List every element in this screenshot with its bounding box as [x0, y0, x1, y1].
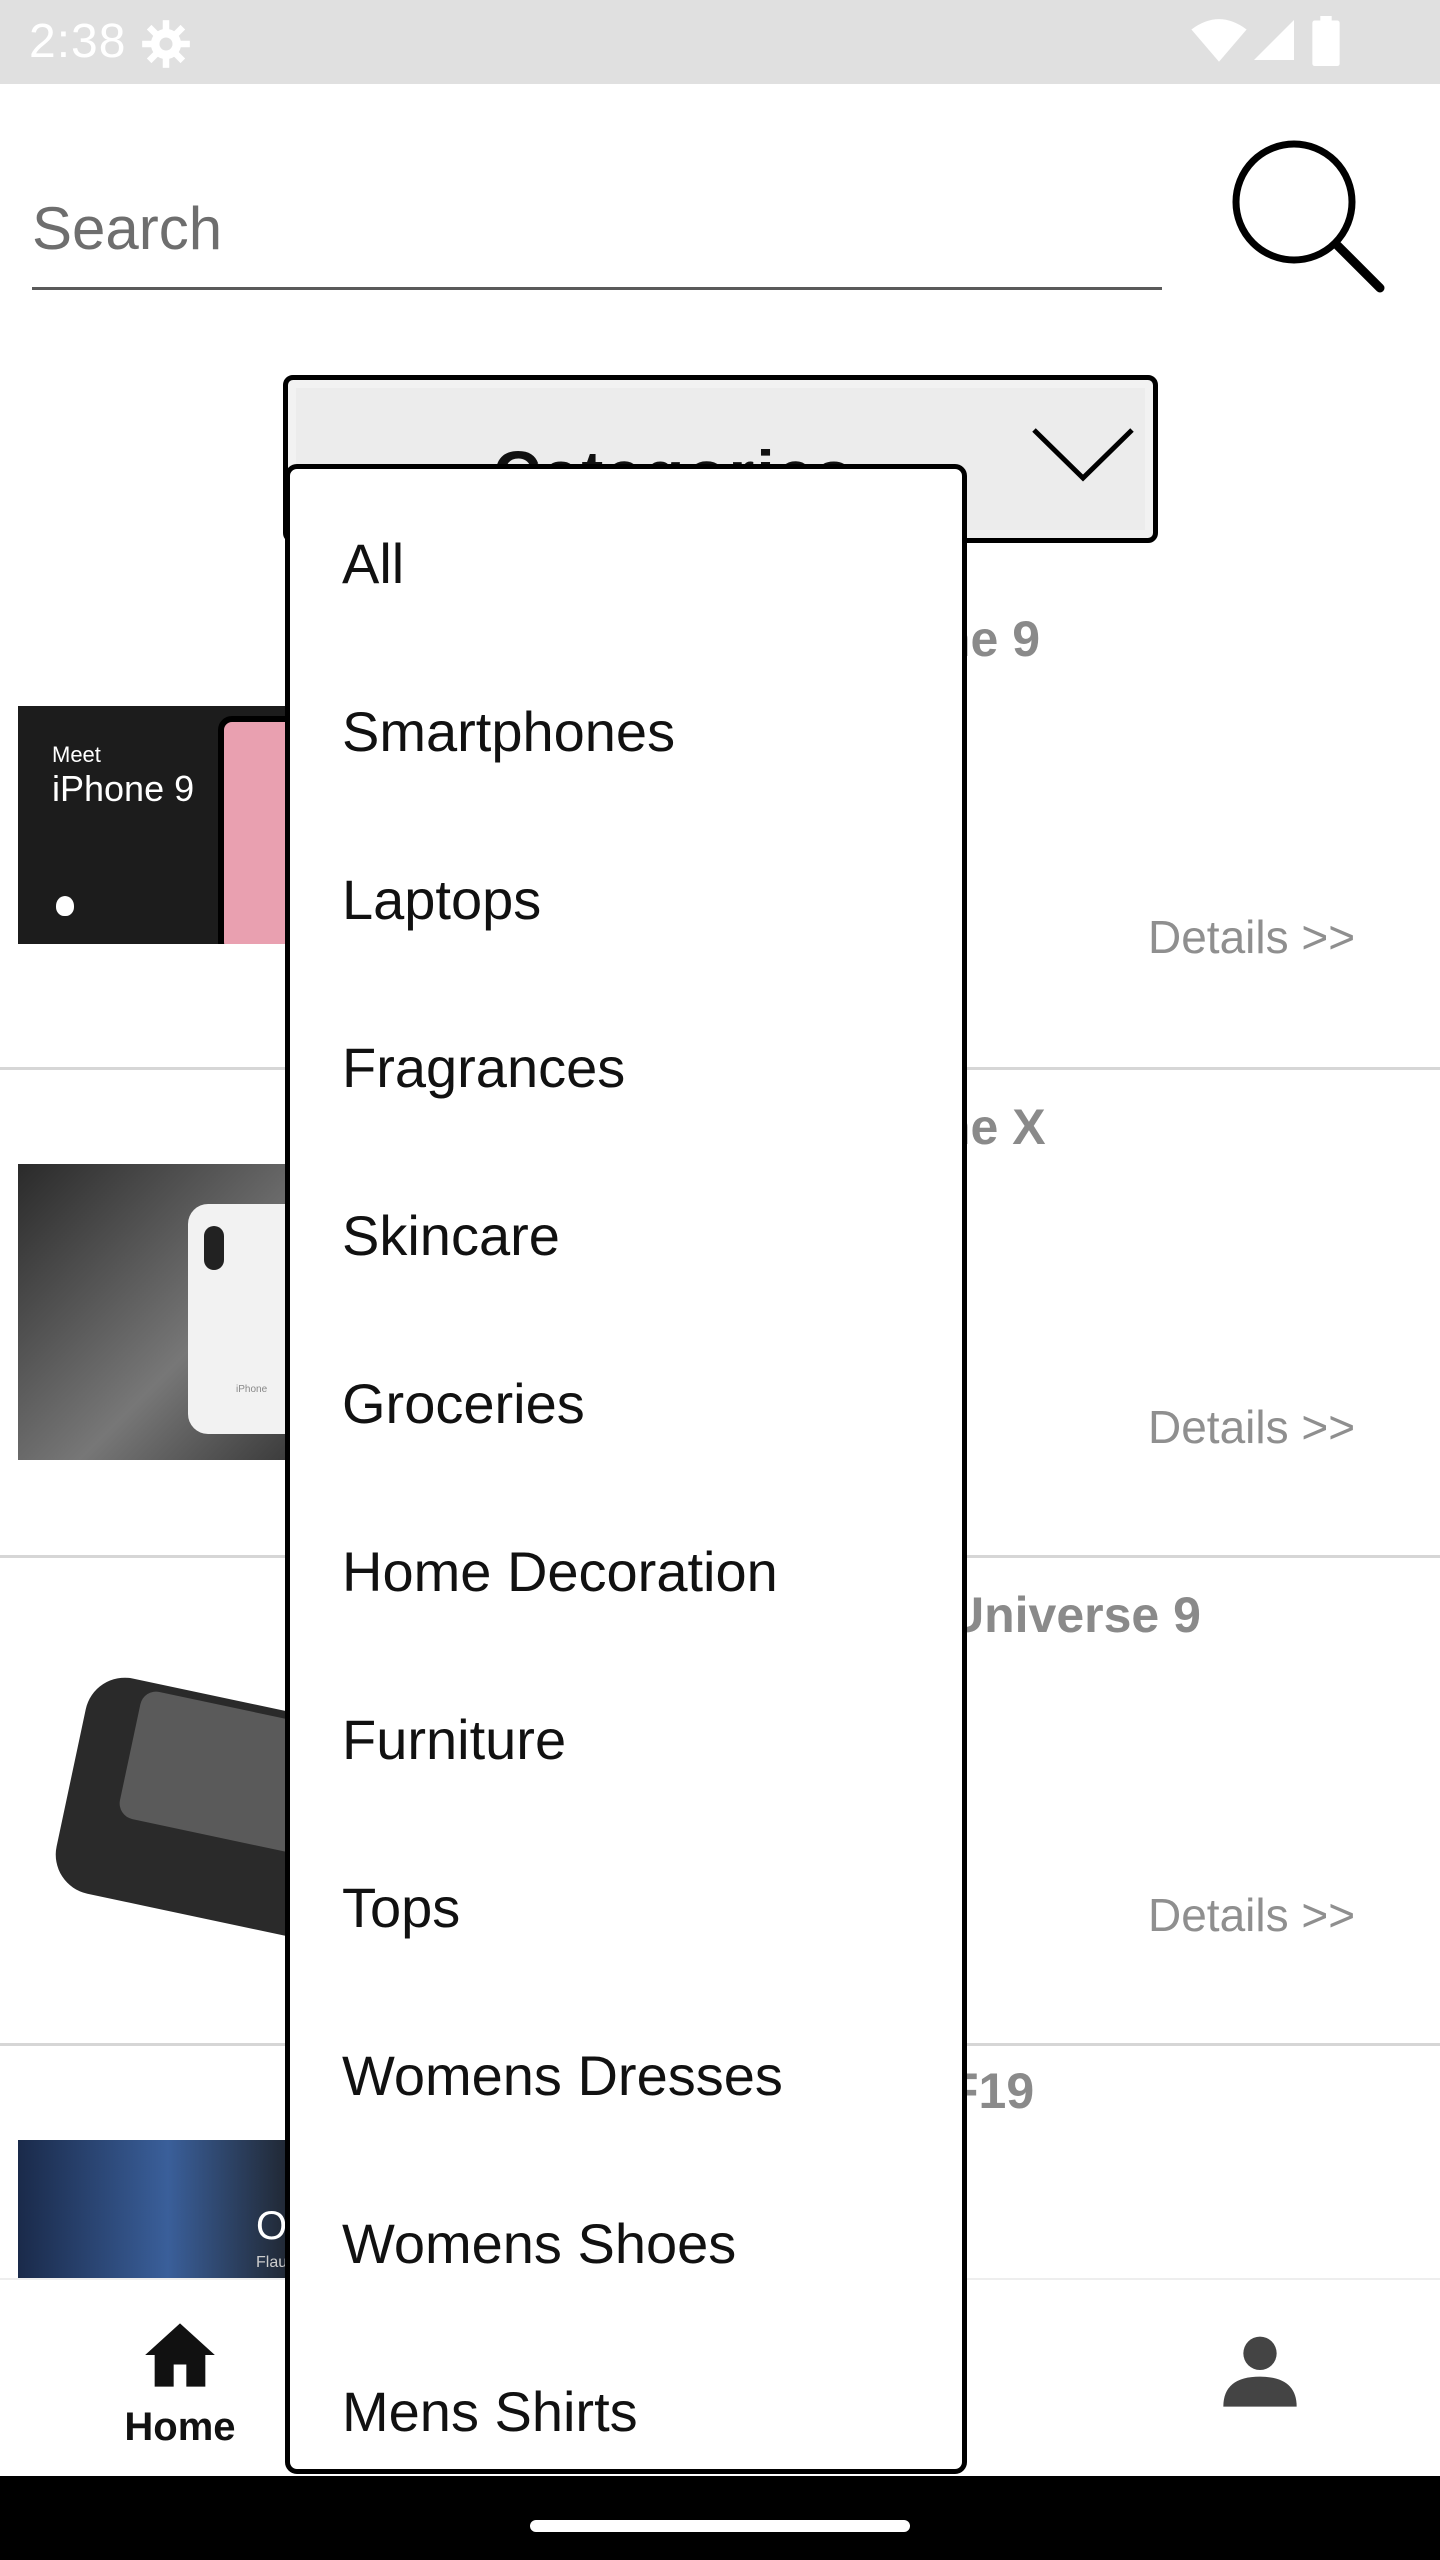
nav-profile[interactable]: [1200, 2310, 1320, 2440]
thumb-small-text: iPhone: [236, 1384, 268, 1395]
thumb-big-text: iPhone 9: [52, 768, 195, 809]
dropdown-item-label: Womens Shoes: [342, 2212, 737, 2275]
details-link[interactable]: Details >>: [1148, 1400, 1355, 1454]
product-title: Universe 9: [948, 1587, 1201, 1643]
apple-logo-icon: [56, 896, 74, 916]
dropdown-item-fragrances[interactable]: Fragrances: [290, 973, 962, 1141]
gear-icon: [142, 20, 190, 68]
dropdown-item-label: Home Decoration: [342, 1540, 778, 1603]
dropdown-item-label: Womens Dresses: [342, 2044, 783, 2107]
dropdown-item-all[interactable]: All: [290, 469, 962, 637]
dropdown-item-label: Smartphones: [342, 700, 676, 763]
dropdown-item-smartphones[interactable]: Smartphones: [290, 637, 962, 805]
dropdown-item-laptops[interactable]: Laptops: [290, 805, 962, 973]
dropdown-item-mens-shirts[interactable]: Mens Shirts: [290, 2317, 962, 2469]
dropdown-item-label: Tops: [342, 1876, 461, 1939]
status-time: 2:38: [29, 15, 127, 68]
product-thumbnail: [18, 1628, 318, 1968]
home-indicator[interactable]: [530, 2520, 910, 2532]
product-thumbnail: Meet iPhone 9: [18, 706, 318, 944]
gesture-bar: [0, 2476, 1440, 2560]
wifi-icon: [1191, 19, 1247, 62]
product-thumbnail: iPhone: [18, 1164, 318, 1460]
search-input[interactable]: [32, 170, 1162, 290]
status-bar: 2:38: [0, 0, 1440, 84]
person-icon: [1223, 2336, 1297, 2407]
camera-icon: [204, 1226, 224, 1270]
dropdown-item-furniture[interactable]: Furniture: [290, 1645, 962, 1813]
dropdown-item-label: All: [342, 532, 405, 595]
category-dropdown: All Smartphones Laptops Fragrances Skinc…: [285, 464, 967, 2474]
details-link[interactable]: Details >>: [1148, 910, 1355, 964]
dropdown-item-tops[interactable]: Tops: [290, 1813, 962, 1981]
dropdown-item-womens-dresses[interactable]: Womens Dresses: [290, 1981, 962, 2149]
product-thumbnail: O Flau: [18, 2140, 318, 2286]
chevron-down-icon: [1032, 428, 1134, 482]
nav-home-label: Home: [124, 2405, 236, 2449]
dropdown-item-label: Groceries: [342, 1372, 585, 1435]
dropdown-item-label: Mens Shirts: [342, 2380, 638, 2443]
signal-icon: [1254, 20, 1294, 60]
dropdown-item-label: Laptops: [342, 868, 542, 931]
dropdown-item-skincare[interactable]: Skincare: [290, 1141, 962, 1309]
dropdown-item-label: Fragrances: [342, 1036, 626, 1099]
thumb-text: O: [256, 2204, 288, 2248]
dropdown-item-label: Furniture: [342, 1708, 567, 1771]
nav-home[interactable]: Home: [100, 2310, 260, 2460]
search-icon: [1232, 140, 1385, 293]
search-button[interactable]: [1222, 130, 1392, 300]
home-icon: [145, 2323, 215, 2387]
screen: 2:38 Search Meet iPhone 9 ne 9 Details >…: [0, 0, 1440, 2560]
dropdown-item-womens-shoes[interactable]: Womens Shoes: [290, 2149, 962, 2317]
dropdown-item-home-decoration[interactable]: Home Decoration: [290, 1477, 962, 1645]
dropdown-item-groceries[interactable]: Groceries: [290, 1309, 962, 1477]
details-link[interactable]: Details >>: [1148, 1888, 1355, 1942]
thumb-small-text: Flau: [256, 2254, 288, 2271]
battery-icon: [1312, 16, 1340, 66]
thumb-small-text: Meet: [52, 742, 101, 767]
dropdown-item-label: Skincare: [342, 1204, 560, 1267]
